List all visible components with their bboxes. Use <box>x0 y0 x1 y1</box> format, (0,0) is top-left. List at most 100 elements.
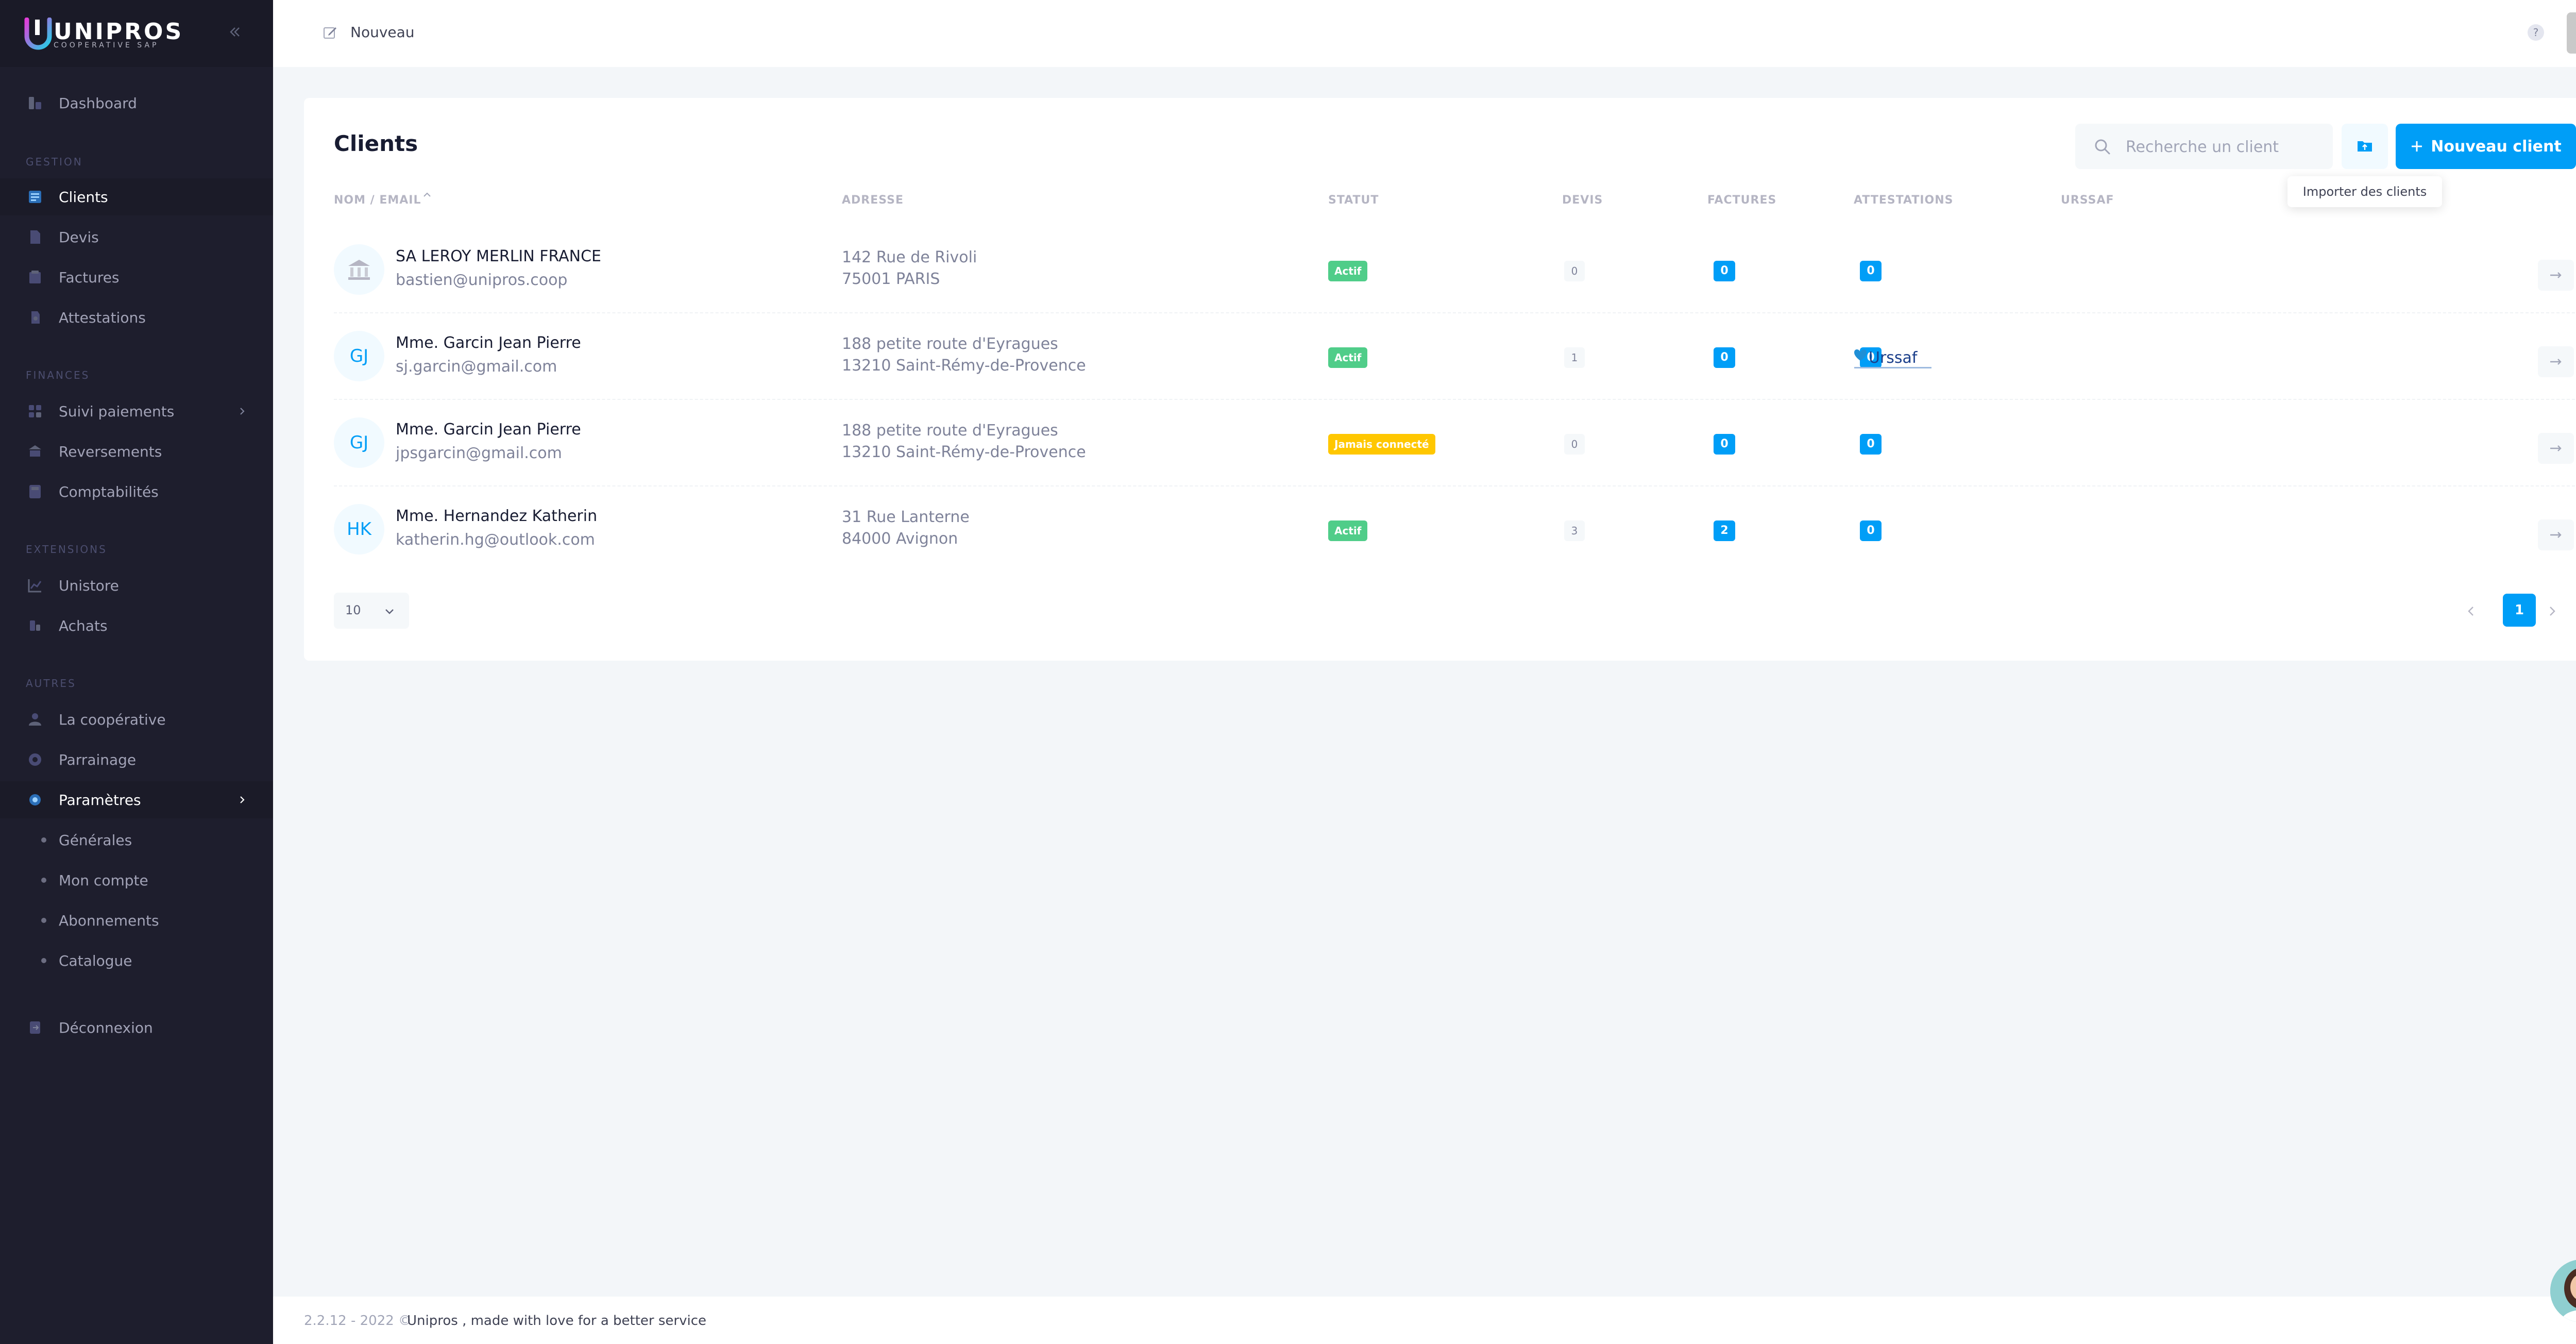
client-name[interactable]: Mme. Hernandez Katherin <box>396 507 597 525</box>
sidebar-subitem-label: Mon compte <box>59 871 148 889</box>
pagination-next-icon[interactable] <box>2545 597 2560 626</box>
plus-icon <box>2412 141 2422 152</box>
factures-count-badge: 2 <box>1714 520 1735 541</box>
row-action-button[interactable] <box>2538 433 2574 464</box>
clients-card: Clients Nouveau client Importer des clie… <box>304 98 2576 661</box>
sidebar-item-deconnexion[interactable]: Déconnexion <box>0 1009 273 1046</box>
arrow-right-icon <box>2550 445 2562 451</box>
sidebar-item-parametres[interactable]: Paramètres <box>0 781 273 818</box>
sidebar-item-dashboard[interactable]: Dashboard <box>0 85 273 122</box>
sidebar-item-attestations[interactable]: Attestations <box>0 299 273 336</box>
factures-count-badge: 0 <box>1714 434 1735 455</box>
logout-icon <box>30 1021 40 1034</box>
table-row[interactable]: HK Mme. Hernandez Katherin katherin.hg@o… <box>334 486 2575 572</box>
client-name[interactable]: Mme. Garcin Jean Pierre <box>396 421 581 439</box>
sidebar-item-suivi-paiements[interactable]: Suivi paiements <box>0 393 273 430</box>
section-finances: FINANCES <box>26 369 90 381</box>
status-badge: Actif <box>1328 261 1368 281</box>
search-input[interactable] <box>2125 135 2323 159</box>
sidebar-item-cooperative[interactable]: La coopérative <box>0 701 273 738</box>
edit-icon <box>324 27 336 39</box>
client-address-line: 188 petite route d'Eyragues <box>842 335 1058 353</box>
sidebar-item-label: Parrainage <box>59 751 137 768</box>
sidebar-item-clients[interactable]: Clients <box>0 178 273 215</box>
user-avatar[interactable]: SC <box>2567 12 2576 54</box>
status-badge: Jamais connecté <box>1328 434 1435 455</box>
logo-tagline: COOPERATIVE SAP <box>54 41 159 49</box>
gear-icon <box>29 794 41 805</box>
table-row[interactable]: GJ Mme. Garcin Jean Pierre sj.garcin@gma… <box>334 313 2575 400</box>
sidebar-item-label: Factures <box>59 268 120 286</box>
row-action-button[interactable] <box>2538 346 2574 377</box>
devis-count-badge: 3 <box>1564 520 1585 541</box>
attestations-count-badge: 0 <box>1860 261 1882 281</box>
help-icon[interactable]: ? <box>2528 24 2544 41</box>
arrow-right-icon <box>2550 272 2562 278</box>
devis-count-badge: 0 <box>1564 434 1585 455</box>
search-box[interactable] <box>2075 124 2333 169</box>
client-initials-avatar: HK <box>334 504 384 555</box>
sidebar: UNIPROS COOPERATIVE SAP Dashboard GESTIO… <box>0 0 273 1344</box>
table-row[interactable]: SA LEROY MERLIN FRANCE bastien@unipros.c… <box>334 227 2575 313</box>
arrow-right-icon <box>2550 532 2562 538</box>
client-name[interactable]: Mme. Garcin Jean Pierre <box>396 334 581 352</box>
sidebar-subitem-abonnements[interactable]: Abonnements <box>0 902 273 939</box>
client-address-city: 13210 Saint-Rémy-de-Provence <box>842 443 1086 461</box>
grid-icon <box>29 405 41 417</box>
column-header-factures: FACTURES <box>1707 194 1777 207</box>
row-action-button[interactable] <box>2538 260 2574 291</box>
chevron-right-icon <box>240 408 245 415</box>
client-email: sj.garcin@gmail.com <box>396 358 557 376</box>
sort-asc-icon[interactable] <box>421 190 433 201</box>
sidebar-item-reversements[interactable]: Reversements <box>0 433 273 470</box>
header-new-link[interactable]: Nouveau <box>350 24 415 41</box>
sidebar-item-devis[interactable]: Devis <box>0 219 273 256</box>
bullet-icon <box>41 918 46 923</box>
row-action-button[interactable] <box>2538 519 2574 550</box>
sidebar-item-label: Dashboard <box>59 94 137 112</box>
devis-count-badge: 1 <box>1564 347 1585 368</box>
sidebar-item-comptabilites[interactable]: Comptabilités <box>0 473 273 510</box>
devis-count-badge: 0 <box>1564 261 1585 281</box>
sidebar-item-label: Unistore <box>59 577 119 594</box>
bullet-icon <box>41 878 46 883</box>
sidebar-subitem-mon-compte[interactable]: Mon compte <box>0 862 273 899</box>
column-header-status: STATUT <box>1328 194 1379 207</box>
bank-icon <box>348 260 370 280</box>
sidebar-subitem-generales[interactable]: Générales <box>0 821 273 859</box>
column-header-name[interactable]: NOM / EMAIL <box>334 194 421 207</box>
urssaf-logo-text: Urssaf <box>1869 349 1918 367</box>
client-initials-avatar: GJ <box>334 417 384 468</box>
client-address-city: 75001 PARIS <box>842 270 940 288</box>
sidebar-item-unistore[interactable]: Unistore <box>0 567 273 604</box>
sidebar-item-achats[interactable]: Achats <box>0 607 273 644</box>
column-header-urssaf: URSSAF <box>2061 194 2114 207</box>
invoice-icon <box>29 271 41 283</box>
sidebar-item-factures[interactable]: Factures <box>0 259 273 296</box>
sidebar-item-label: Paramètres <box>59 791 141 809</box>
client-email: bastien@unipros.coop <box>396 271 568 289</box>
sidebar-item-label: Comptabilités <box>59 483 159 500</box>
import-clients-button[interactable] <box>2342 124 2388 169</box>
sidebar-subitem-catalogue[interactable]: Catalogue <box>0 942 273 979</box>
sidebar-item-parrainage[interactable]: Parrainage <box>0 741 273 778</box>
factures-count-badge: 0 <box>1714 347 1735 368</box>
table-row[interactable]: GJ Mme. Garcin Jean Pierre jpsgarcin@gma… <box>334 400 2575 486</box>
sidebar-item-label: Clients <box>59 188 108 206</box>
client-address-city: 84000 Avignon <box>842 530 958 548</box>
new-client-label: Nouveau client <box>2431 137 2562 156</box>
sidebar-item-label: Suivi paiements <box>59 402 175 420</box>
pagination-current-page[interactable]: 1 <box>2503 594 2536 627</box>
footer: 2.2.12 - 2022 © Unipros , made with love… <box>273 1297 2576 1344</box>
new-client-button[interactable]: Nouveau client <box>2396 124 2576 169</box>
client-email: jpsgarcin@gmail.com <box>396 444 562 462</box>
double-chevron-left-icon[interactable] <box>227 24 243 40</box>
attestations-count-badge: 0 <box>1860 434 1882 455</box>
client-address-line: 188 petite route d'Eyragues <box>842 422 1058 440</box>
pagination-prev-icon[interactable] <box>2464 597 2478 626</box>
page-size-select[interactable]: 10 <box>334 593 409 629</box>
brand: UNIPROS COOPERATIVE SAP <box>0 0 273 67</box>
footer-text[interactable]: Unipros , made with love for a better se… <box>407 1313 706 1329</box>
bullet-icon <box>41 837 46 843</box>
client-name[interactable]: SA LEROY MERLIN FRANCE <box>396 247 601 265</box>
